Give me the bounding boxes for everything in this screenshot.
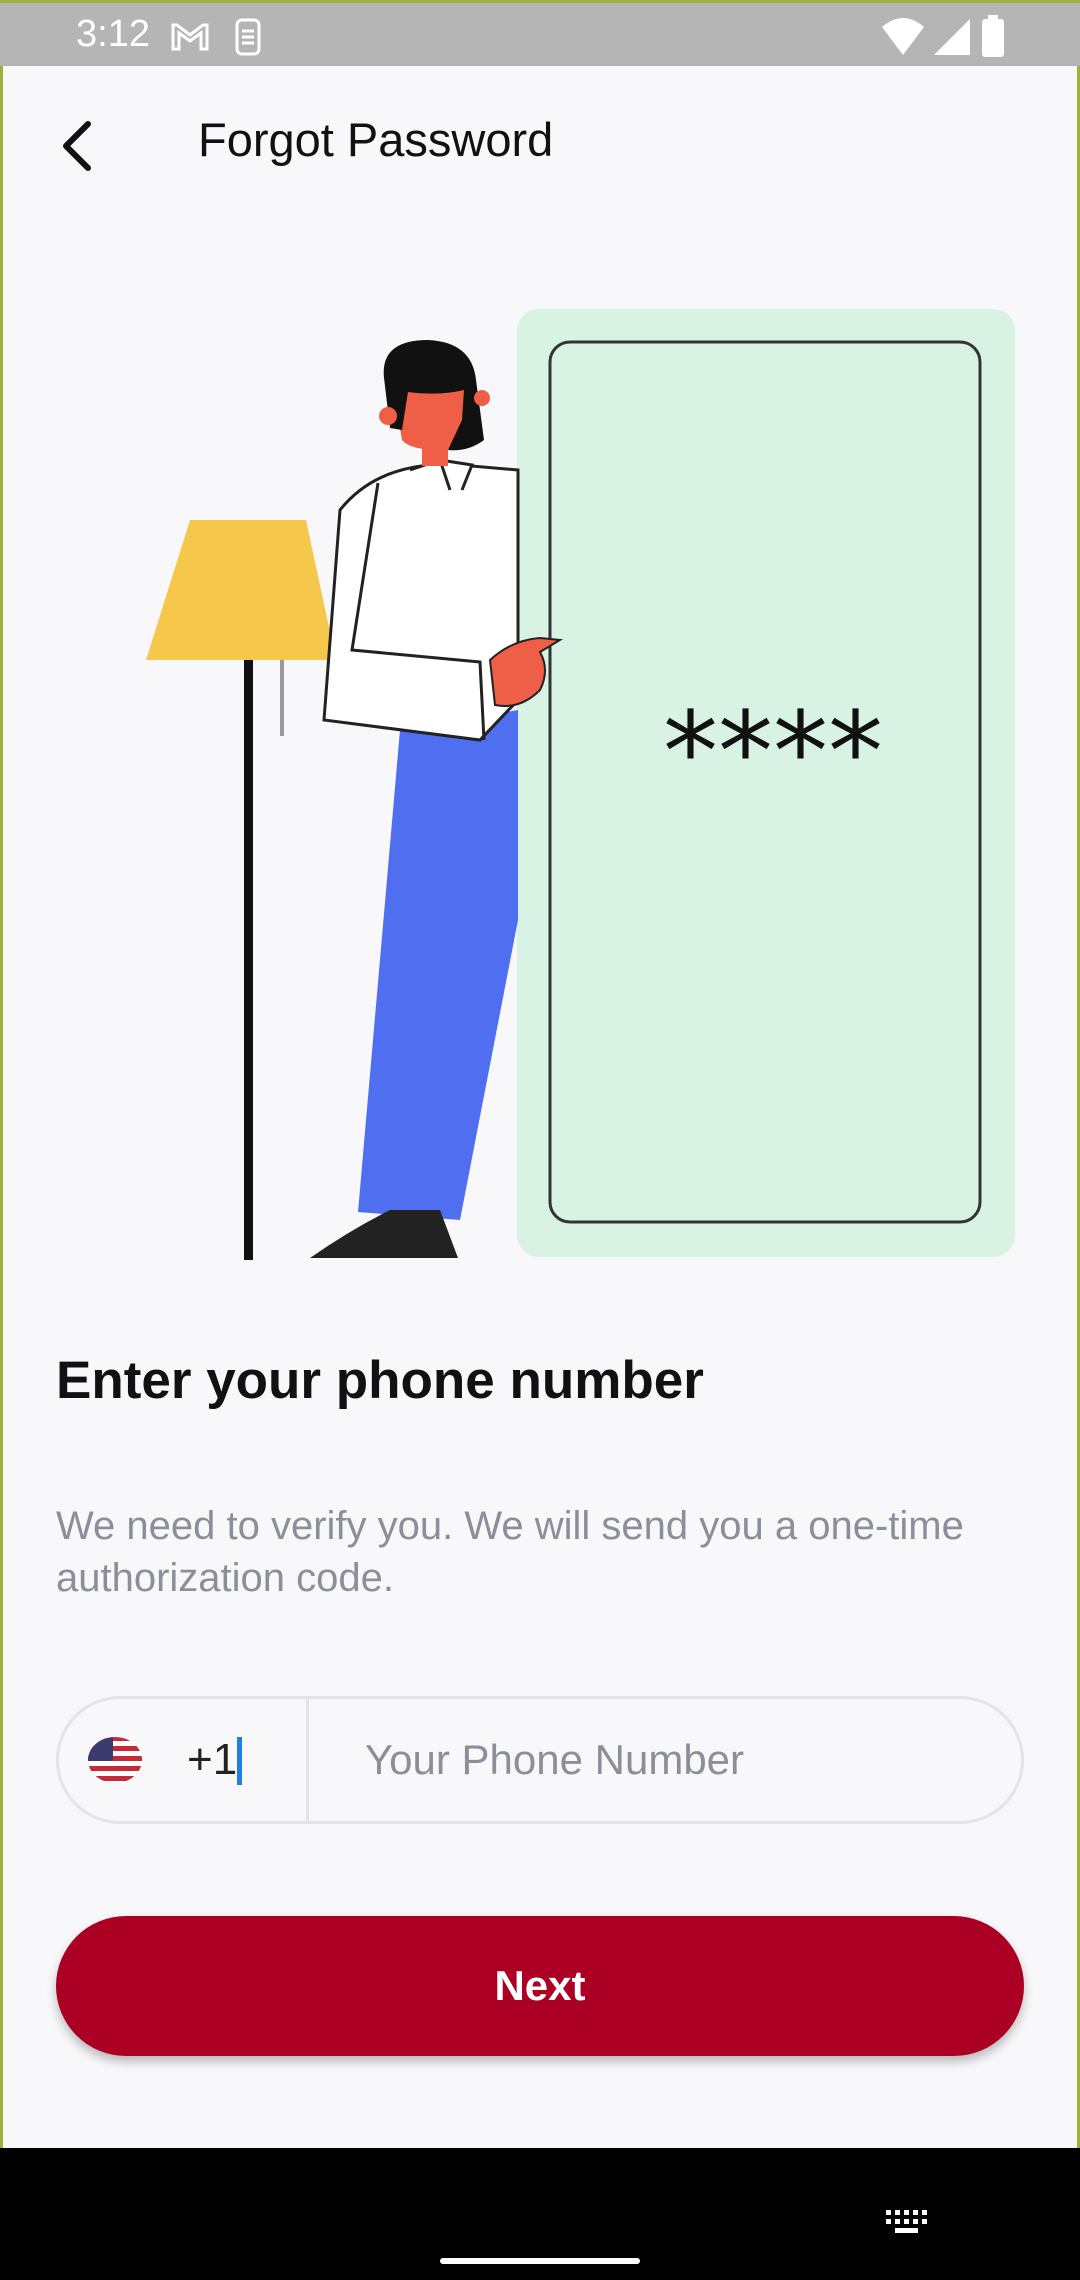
next-button[interactable]: Next xyxy=(56,1916,1024,2056)
dial-code: +1 xyxy=(187,1735,238,1784)
forgot-password-illustration: **** xyxy=(146,309,1015,1260)
phone-input-group: +1 xyxy=(56,1696,1024,1824)
sim-icon xyxy=(235,18,261,56)
status-bar: 3:12 xyxy=(0,0,1080,66)
page-title: Forgot Password xyxy=(198,113,554,166)
gmail-icon xyxy=(171,23,209,51)
wifi-icon xyxy=(882,18,924,55)
country-code-selector[interactable]: +1 xyxy=(59,1699,309,1821)
signal-icon xyxy=(934,19,970,55)
status-time: 3:12 xyxy=(76,13,150,55)
password-mask-text: **** xyxy=(663,688,883,816)
description-text: We need to verify you. We will send you … xyxy=(56,1504,964,1600)
back-button[interactable] xyxy=(44,104,124,184)
home-indicator[interactable] xyxy=(440,2258,640,2264)
navigation-bar xyxy=(0,2148,1080,2280)
lamp-illustration xyxy=(146,520,336,1260)
us-flag-icon xyxy=(88,1737,142,1783)
phone-number-input[interactable] xyxy=(309,1699,1021,1821)
chevron-left-icon xyxy=(63,121,91,171)
text-cursor xyxy=(237,1737,242,1785)
section-heading: Enter your phone number xyxy=(56,1351,704,1410)
battery-icon xyxy=(982,15,1004,57)
keyboard-icon[interactable] xyxy=(884,2208,930,2238)
phone-card-illustration: **** xyxy=(517,309,1015,1257)
